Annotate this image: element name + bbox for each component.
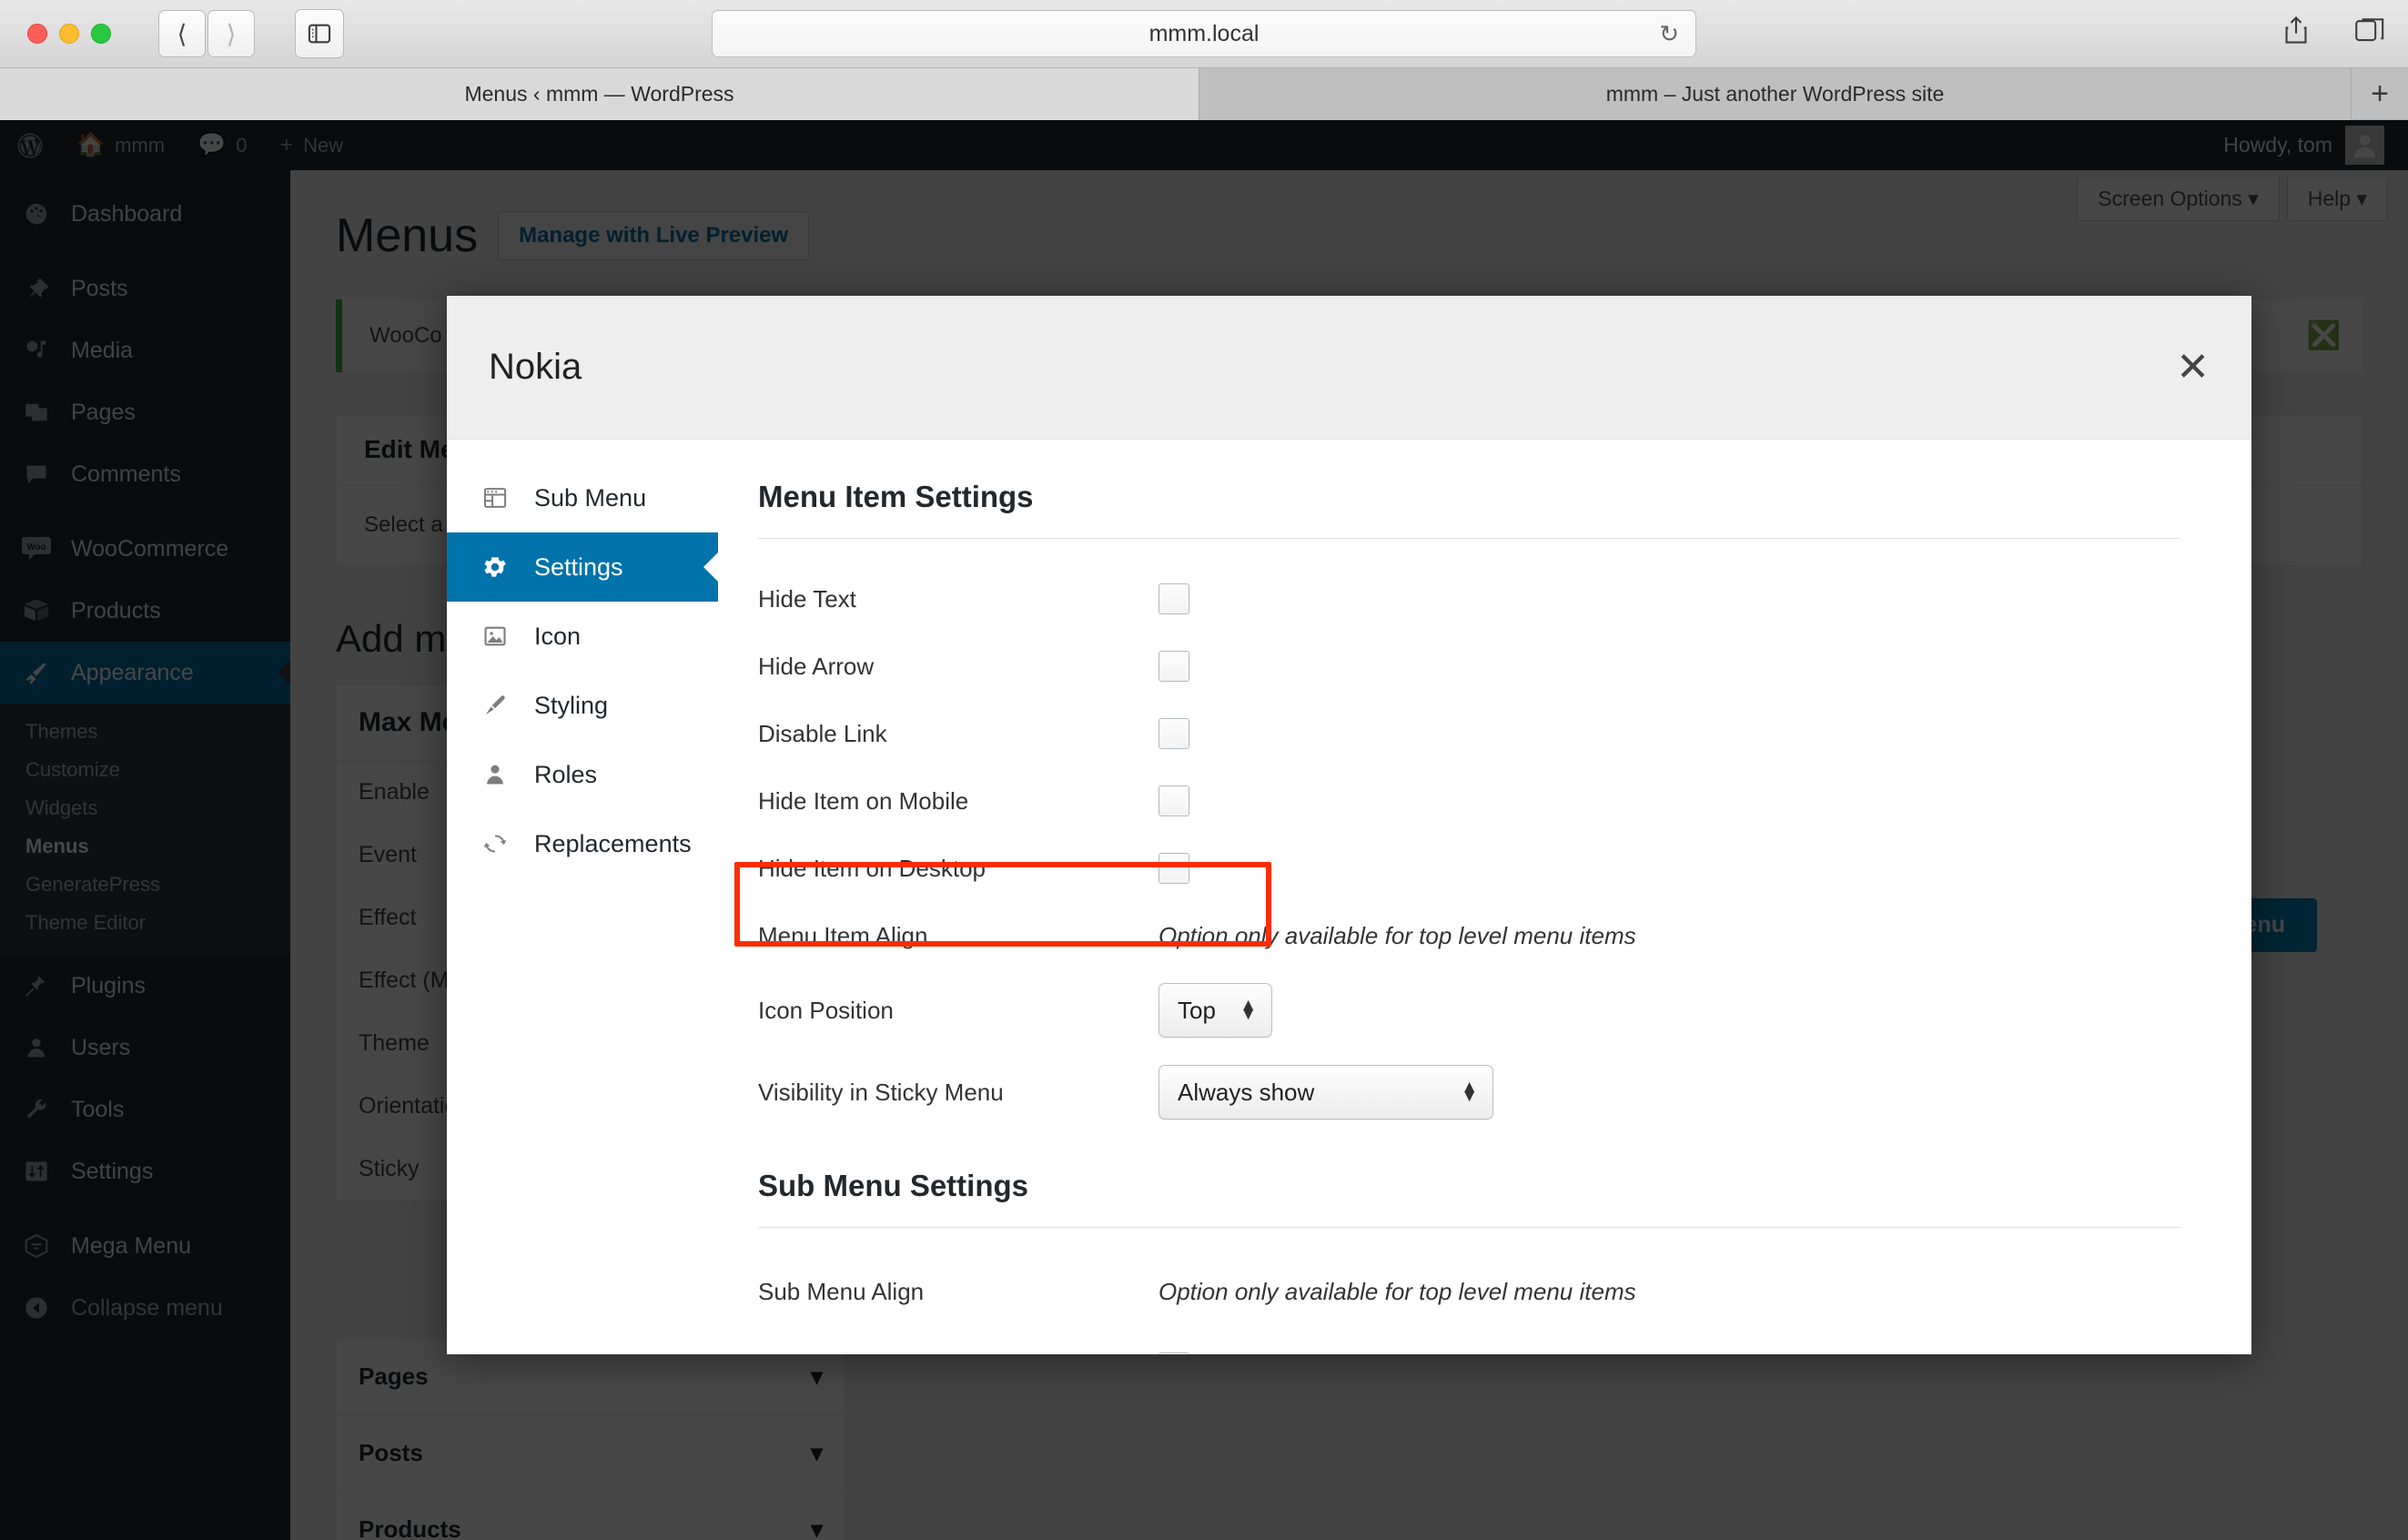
paintbrush-icon [480, 693, 511, 718]
row-disable-link: Disable Link [758, 706, 2180, 761]
close-window-button[interactable] [27, 24, 47, 44]
visibility-sticky-select[interactable]: Always show ▲ ▼ [1158, 1065, 1493, 1120]
field-label: Hide Item on Desktop [758, 854, 986, 882]
tab-label: Icon [534, 622, 582, 650]
browser-tab-title: Menus ‹ mmm — WordPress [464, 82, 734, 106]
maximize-window-button[interactable] [91, 24, 111, 44]
menu-item-settings-heading: Menu Item Settings [758, 480, 1034, 513]
image-icon [480, 623, 511, 649]
menu-item-settings-modal: Nokia ✕ Sub Menu Settings Icon Styling R… [447, 296, 2251, 1354]
browser-tab-bar: Menus ‹ mmm — WordPress mmm – Just anoth… [0, 68, 2408, 120]
browser-tab-1[interactable]: mmm – Just another WordPress site [1199, 68, 2352, 120]
modal-title: Nokia [489, 347, 582, 387]
sub-menu-settings-heading: Sub Menu Settings [758, 1169, 1028, 1202]
browser-tab-0[interactable]: Menus ‹ mmm — WordPress [0, 68, 1199, 120]
hide-text-checkbox[interactable] [1158, 583, 1189, 614]
sub-menu-align-note: Option only available for top level menu… [1158, 1277, 1636, 1305]
navigation-buttons: ⟨ ⟩ [158, 10, 255, 57]
sidebar-toggle-icon[interactable] [295, 9, 344, 58]
field-label: Sub Menu Align [758, 1277, 925, 1305]
hide-sub-menu-on-mobile-checkbox[interactable] [1158, 1353, 1189, 1354]
gear-icon [480, 553, 511, 581]
select-stepper-icon: ▲ ▼ [1461, 1077, 1478, 1106]
row-visibility-sticky: Visibility in Sticky Menu Always show ▲ ▼ [758, 1065, 2180, 1120]
tab-settings[interactable]: Settings [447, 532, 718, 602]
window-traffic-lights [27, 24, 111, 44]
row-hide-item-on-desktop: Hide Item on Desktop [758, 841, 2180, 896]
row-hide-text: Hide Text [758, 572, 2180, 626]
browser-toolbar: ⟨ ⟩ mmm.local ↻ [0, 0, 2408, 68]
tab-icon[interactable]: Icon [447, 602, 718, 671]
field-label: Hide Text [758, 584, 856, 613]
menu-item-align-note: Option only available for top level menu… [1158, 921, 1636, 949]
field-label: Visibility in Sticky Menu [758, 1078, 1004, 1106]
browser-right-buttons [2282, 15, 2384, 52]
field-label: Disable Link [758, 719, 887, 747]
tab-styling[interactable]: Styling [447, 671, 718, 740]
row-icon-position: Icon Position Top ▲ ▼ [758, 983, 2180, 1038]
back-button[interactable]: ⟨ [158, 10, 206, 57]
row-menu-item-align: Menu Item Align Option only available fo… [758, 908, 2180, 963]
field-label: Icon Position [758, 996, 894, 1024]
settings-panel: Menu Item Settings Hide Text Hide Arrow … [718, 440, 2251, 1354]
forward-button[interactable]: ⟩ [207, 10, 255, 57]
hide-item-on-mobile-checkbox[interactable] [1158, 785, 1189, 816]
row-hide-arrow: Hide Arrow [758, 639, 2180, 694]
icon-position-value: Top [1178, 996, 1216, 1024]
share-icon[interactable] [2282, 15, 2310, 52]
reload-icon[interactable]: ↻ [1659, 20, 1679, 48]
field-label: Hide Item on Mobile [758, 786, 969, 815]
row-sub-menu-align: Sub Menu Align Option only available for… [758, 1264, 2180, 1319]
refresh-sync-icon [480, 831, 511, 856]
row-hide-sub-menu-mobile: Hide Sub Menu on Mobile [758, 1341, 2180, 1354]
visibility-sticky-value: Always show [1178, 1078, 1315, 1106]
modal-header: Nokia ✕ [447, 296, 2251, 440]
new-tab-button[interactable]: + [2352, 68, 2408, 119]
modal-body: Sub Menu Settings Icon Styling Roles Rep… [447, 440, 2251, 1354]
tab-label: Styling [534, 691, 609, 719]
modal-tab-list: Sub Menu Settings Icon Styling Roles Rep… [447, 440, 718, 1354]
row-hide-item-on-mobile: Hide Item on Mobile [758, 774, 2180, 828]
field-label: Menu Item Align [758, 921, 928, 949]
tab-label: Replacements [534, 829, 692, 857]
field-label: Hide Arrow [758, 652, 875, 680]
tab-label: Roles [534, 760, 598, 788]
tab-sub-menu[interactable]: Sub Menu [447, 463, 718, 532]
tab-label: Settings [534, 552, 623, 581]
address-bar[interactable]: mmm.local ↻ [712, 10, 1696, 57]
field-label: Hide Sub Menu on Mobile [758, 1354, 1158, 1355]
close-icon[interactable]: ✕ [2176, 347, 2210, 388]
grid-table-icon [480, 485, 511, 511]
select-stepper-icon: ▲ ▼ [1239, 995, 1257, 1024]
tab-label: Sub Menu [534, 483, 647, 512]
url-text: mmm.local [1148, 20, 1260, 46]
tab-roles[interactable]: Roles [447, 740, 718, 809]
hide-item-on-desktop-checkbox[interactable] [1158, 853, 1189, 884]
person-icon [480, 762, 511, 787]
minimize-window-button[interactable] [59, 24, 79, 44]
disable-link-checkbox[interactable] [1158, 718, 1189, 749]
icon-position-select[interactable]: Top ▲ ▼ [1158, 983, 1272, 1038]
browser-tab-title: mmm – Just another WordPress site [1605, 82, 1945, 106]
tab-overview-icon[interactable] [2355, 17, 2384, 50]
hide-arrow-checkbox[interactable] [1158, 651, 1189, 682]
tab-replacements[interactable]: Replacements [447, 809, 718, 878]
